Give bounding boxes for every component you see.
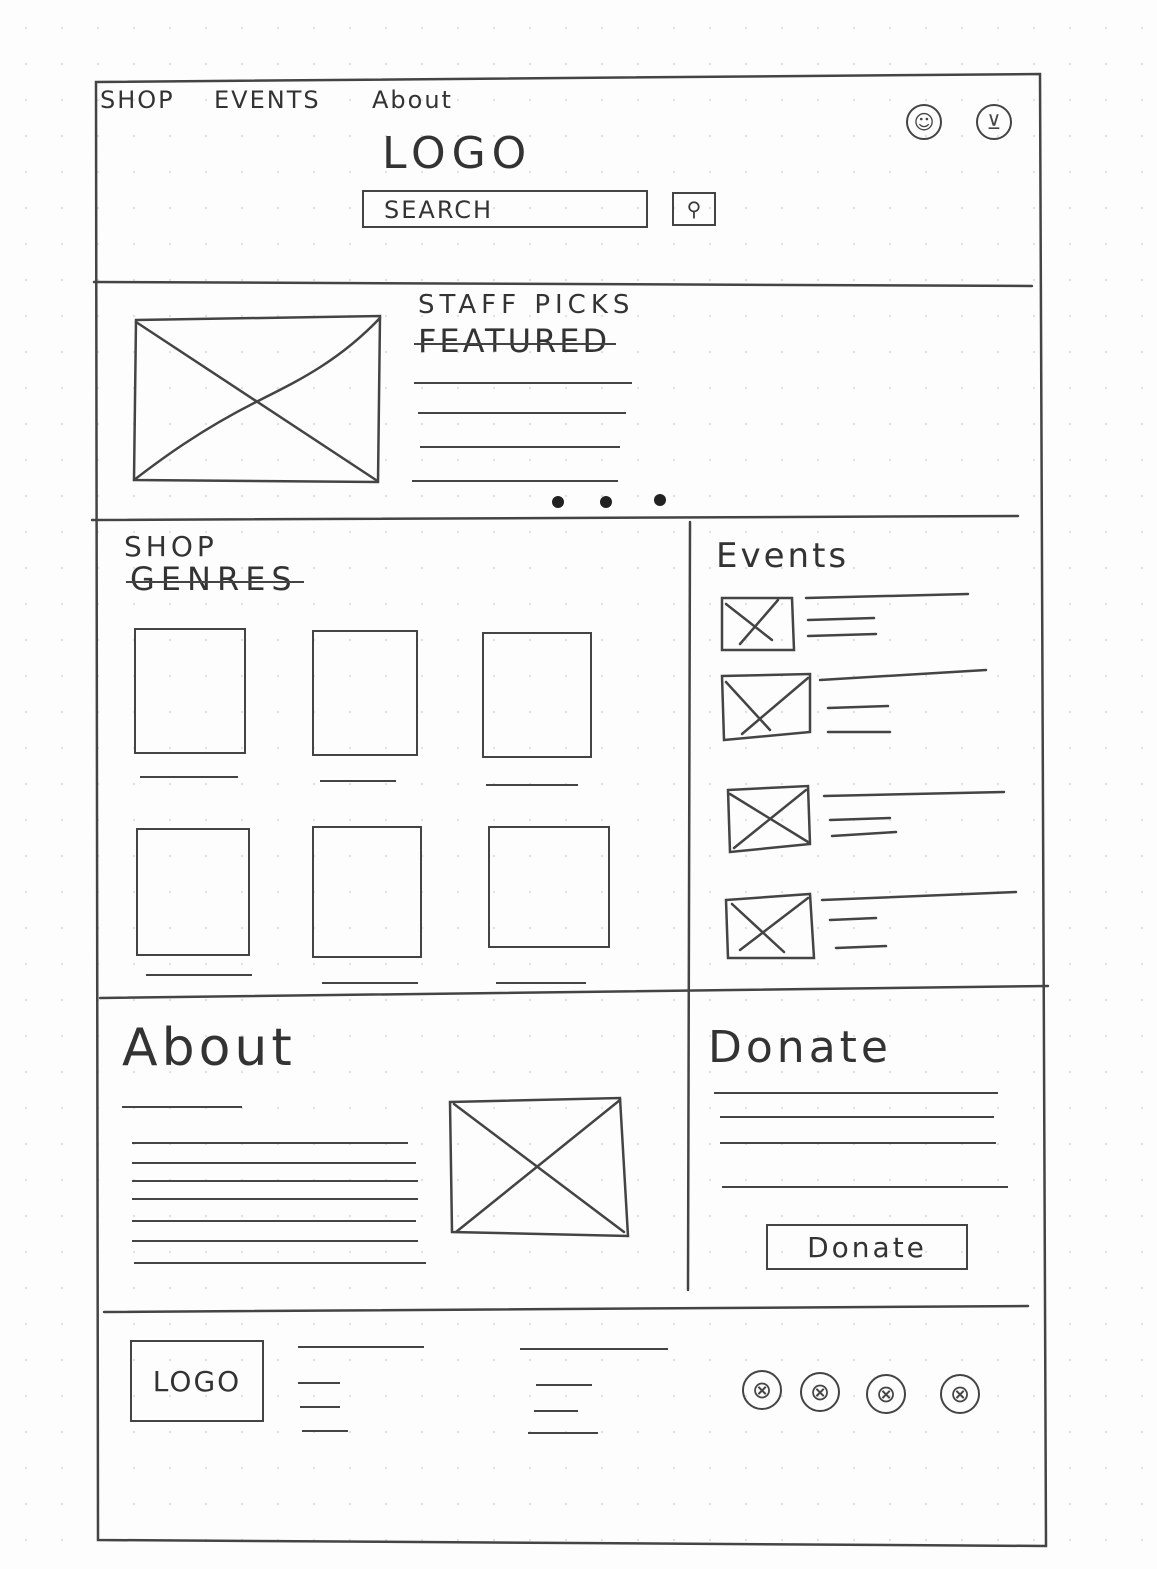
genre-tile[interactable] bbox=[134, 628, 246, 754]
nav-about[interactable]: About bbox=[372, 86, 453, 114]
site-logo[interactable]: LOGO bbox=[382, 128, 532, 179]
text-line bbox=[420, 446, 620, 448]
social-icon[interactable]: ⊗ bbox=[742, 1370, 782, 1410]
events-title: Events bbox=[716, 536, 850, 576]
social-glyph: ⊗ bbox=[809, 1378, 831, 1406]
social-glyph: ⊗ bbox=[751, 1376, 773, 1404]
genre-caption-line bbox=[486, 784, 578, 786]
text-line bbox=[132, 1240, 418, 1242]
genre-caption-line bbox=[320, 780, 396, 782]
carousel-dot[interactable] bbox=[600, 496, 612, 508]
event-thumbnails bbox=[720, 592, 1018, 960]
donate-button[interactable]: Donate bbox=[766, 1224, 968, 1270]
text-line bbox=[132, 1180, 418, 1182]
text-line bbox=[714, 1092, 998, 1094]
text-line bbox=[722, 1186, 1008, 1188]
text-line bbox=[418, 412, 626, 414]
text-line bbox=[720, 1142, 996, 1144]
event-item[interactable] bbox=[724, 892, 816, 960]
user-icon[interactable]: ☺ bbox=[906, 104, 942, 140]
footer-link-line[interactable] bbox=[534, 1410, 578, 1412]
search-input[interactable]: SEARCH bbox=[362, 190, 648, 228]
social-icon[interactable]: ⊗ bbox=[800, 1372, 840, 1412]
about-title: About bbox=[122, 1018, 296, 1078]
footer-link-line[interactable] bbox=[298, 1346, 424, 1348]
text-line bbox=[132, 1220, 416, 1222]
text-line bbox=[132, 1142, 408, 1144]
about-image-placeholder bbox=[448, 1096, 630, 1238]
nav-shop[interactable]: SHOP bbox=[100, 86, 175, 114]
staff-picks-title: STAFF PICKS bbox=[418, 290, 635, 320]
footer-link-line[interactable] bbox=[528, 1432, 598, 1434]
genre-caption-line bbox=[322, 982, 418, 984]
search-icon: ⚲ bbox=[686, 197, 702, 221]
social-icon[interactable]: ⊗ bbox=[940, 1374, 980, 1414]
search-button[interactable]: ⚲ bbox=[672, 192, 716, 226]
footer-logo[interactable]: LOGO bbox=[130, 1340, 264, 1422]
footer-link-line[interactable] bbox=[536, 1384, 592, 1386]
featured-image-placeholder[interactable] bbox=[0, 0, 1157, 1569]
carousel-dot[interactable] bbox=[654, 494, 666, 506]
genre-tile[interactable] bbox=[136, 828, 250, 956]
text-line bbox=[132, 1162, 416, 1164]
footer-link-line[interactable] bbox=[298, 1382, 340, 1384]
social-glyph: ⊗ bbox=[949, 1380, 971, 1408]
event-item[interactable] bbox=[720, 672, 812, 742]
featured-struck-title: FEATURED bbox=[413, 322, 617, 360]
text-line bbox=[132, 1198, 418, 1200]
donate-button-label: Donate bbox=[807, 1230, 927, 1264]
genre-caption-line bbox=[496, 982, 586, 984]
footer-link-line[interactable] bbox=[300, 1406, 340, 1408]
genre-tile[interactable] bbox=[482, 632, 592, 758]
text-line bbox=[720, 1116, 994, 1118]
footer-logo-text: LOGO bbox=[152, 1364, 242, 1398]
footer-link-line[interactable] bbox=[302, 1430, 348, 1432]
genres-struck-title: GENRES bbox=[126, 560, 304, 598]
search-placeholder: SEARCH bbox=[384, 196, 494, 224]
genre-tile[interactable] bbox=[488, 826, 610, 948]
social-glyph: ⊗ bbox=[875, 1380, 897, 1408]
genre-tile[interactable] bbox=[312, 630, 418, 756]
event-item[interactable] bbox=[720, 596, 796, 652]
social-icon[interactable]: ⊗ bbox=[866, 1374, 906, 1414]
text-line bbox=[122, 1106, 242, 1108]
text-line bbox=[414, 382, 632, 384]
shop-title: SHOP bbox=[124, 530, 218, 563]
genre-tile[interactable] bbox=[312, 826, 422, 958]
wireframe-frame bbox=[90, 72, 1050, 1548]
text-line bbox=[134, 1262, 426, 1264]
genre-caption-line bbox=[140, 776, 238, 778]
genre-caption-line bbox=[146, 974, 252, 976]
text-line bbox=[412, 480, 618, 482]
footer-link-line[interactable] bbox=[520, 1348, 668, 1350]
carousel-dot[interactable] bbox=[552, 496, 564, 508]
cart-icon[interactable]: ⊻ bbox=[976, 104, 1012, 140]
event-item[interactable] bbox=[726, 784, 812, 854]
nav-events[interactable]: EVENTS bbox=[214, 86, 321, 114]
donate-title: Donate bbox=[708, 1022, 892, 1073]
